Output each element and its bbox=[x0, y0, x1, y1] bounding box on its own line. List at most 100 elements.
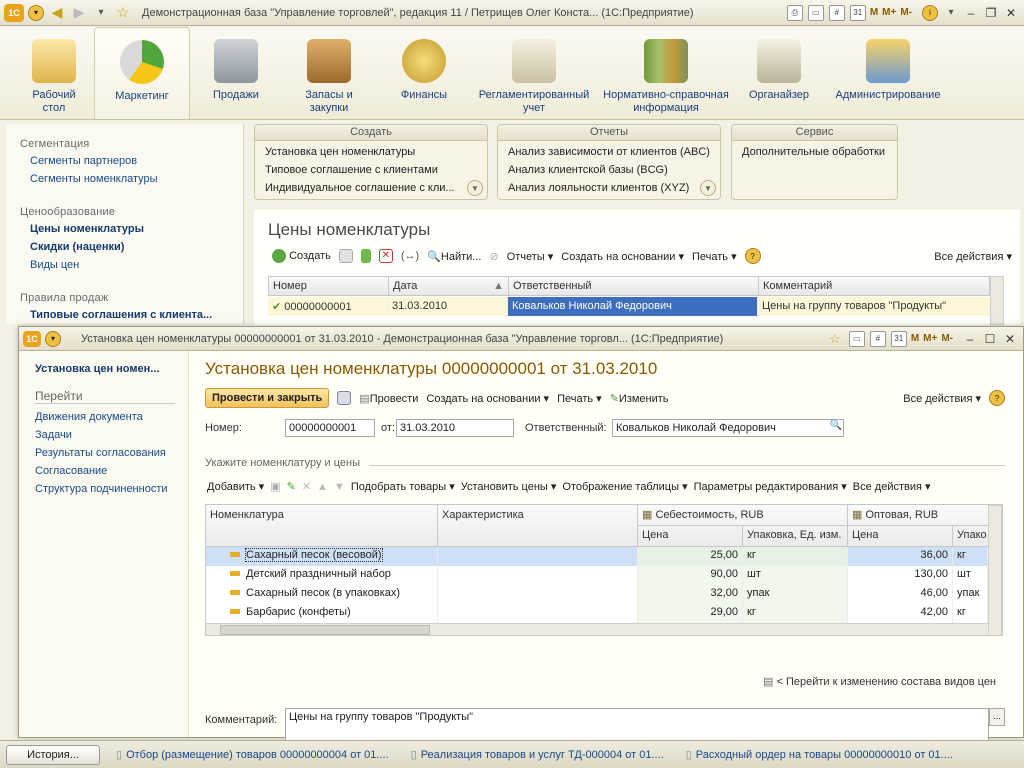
column-number[interactable]: Номер bbox=[269, 277, 389, 295]
memory-m-plus-button[interactable]: M+ bbox=[923, 333, 937, 344]
section-organizer[interactable]: Органайзер bbox=[736, 27, 822, 119]
table-v-scrollbar[interactable] bbox=[988, 505, 1002, 635]
number-field[interactable]: 00000000001 bbox=[285, 419, 375, 437]
memory-m-plus-button[interactable]: M+ bbox=[882, 7, 896, 18]
section-stock[interactable]: Запасы и закупки bbox=[282, 27, 376, 119]
responsible-field[interactable]: Ковальков Николай Федорович bbox=[612, 419, 844, 437]
all-actions-menu[interactable]: Все действия ▾ bbox=[853, 480, 931, 493]
memory-m-minus-button[interactable]: M- bbox=[941, 333, 953, 344]
comment-field[interactable]: Цены на группу товаров "Продукты" bbox=[285, 708, 989, 744]
restore-icon[interactable]: ❐ bbox=[982, 5, 1000, 21]
help-icon[interactable]: ? bbox=[989, 390, 1005, 406]
window-menu-icon[interactable]: ▾ bbox=[45, 330, 61, 347]
section-marketing[interactable]: Маркетинг bbox=[94, 27, 190, 119]
nav-link-item-prices[interactable]: Цены номенклатуры bbox=[30, 222, 243, 236]
print-menu[interactable]: Печать ▾ bbox=[692, 250, 737, 263]
nav-link-partner-segments[interactable]: Сегменты партнеров bbox=[30, 154, 243, 168]
comment-edit-button[interactable]: ... bbox=[989, 708, 1005, 726]
copy-icon[interactable] bbox=[338, 249, 353, 263]
section-desktop[interactable]: Рабочий стол bbox=[14, 27, 94, 119]
column-responsible[interactable]: Ответственный bbox=[509, 277, 759, 295]
main-menu-icon[interactable]: ▾ bbox=[28, 4, 44, 21]
table-row[interactable]: Сахарный песок (в упаковках) 32,00 упак … bbox=[206, 585, 988, 604]
column-cost-unit[interactable]: Упаковка, Ед. изм. bbox=[743, 526, 848, 546]
column-group-cost[interactable]: ▦ Себестоимость, RUB bbox=[638, 505, 848, 526]
nav-link-tasks[interactable]: Задачи bbox=[35, 428, 188, 442]
edit-button[interactable]: ✎Изменить bbox=[610, 392, 669, 405]
panel-link[interactable]: Анализ зависимости от клиентов (ABC) bbox=[508, 145, 720, 159]
back-icon[interactable]: ◀ bbox=[48, 4, 66, 22]
create-button[interactable]: Создать bbox=[272, 249, 331, 263]
set-prices-menu[interactable]: Установить цены ▾ bbox=[461, 480, 557, 493]
history-dropdown-icon[interactable]: ▾ bbox=[92, 4, 110, 22]
calendar-icon[interactable]: 31 bbox=[849, 4, 866, 21]
1c-logo-icon[interactable]: 1С bbox=[23, 330, 41, 347]
section-finance[interactable]: Финансы bbox=[376, 27, 472, 119]
move-down-icon[interactable]: ▼ bbox=[334, 481, 345, 493]
all-actions-menu[interactable]: Все действия ▾ bbox=[903, 392, 981, 405]
print-icon[interactable]: ⎙ bbox=[786, 4, 803, 21]
create-based-menu[interactable]: Создать на основании ▾ bbox=[426, 392, 549, 405]
memory-m-minus-button[interactable]: M- bbox=[900, 7, 912, 18]
choose-search-icon[interactable]: 🔍 bbox=[828, 420, 844, 436]
panel-link[interactable]: Индивидуальное соглашение с кли... bbox=[265, 181, 487, 195]
move-up-icon[interactable]: ▲ bbox=[317, 481, 328, 493]
all-actions-menu[interactable]: Все действия ▾ bbox=[934, 250, 1012, 263]
favorites-star-icon[interactable]: ☆ bbox=[826, 330, 844, 348]
save-icon[interactable]: ▭ bbox=[848, 330, 865, 347]
add-row-menu[interactable]: Добавить ▾ bbox=[207, 480, 264, 493]
list-row[interactable]: ✔ 00000000001 31.03.2010 Ковальков Никол… bbox=[268, 297, 990, 316]
table-row[interactable]: Сахарный песок (весовой) 25,00 кг 36,00 … bbox=[206, 547, 988, 566]
goto-price-types-link[interactable]: ▤ < Перейти к изменению состава видов це… bbox=[763, 675, 996, 688]
calendar-icon[interactable]: 31 bbox=[890, 330, 907, 347]
column-comment[interactable]: Комментарий bbox=[759, 277, 989, 295]
panel-link[interactable]: Дополнительные обработки bbox=[742, 145, 897, 159]
table-display-menu[interactable]: Отображение таблицы ▾ bbox=[562, 480, 687, 493]
reports-menu[interactable]: Отчеты ▾ bbox=[507, 250, 554, 263]
column-characteristic[interactable]: Характеристика bbox=[438, 505, 638, 546]
history-button[interactable]: История... bbox=[6, 744, 100, 765]
edit-params-menu[interactable]: Параметры редактирования ▾ bbox=[694, 480, 847, 493]
h-scroll-thumb[interactable] bbox=[220, 625, 430, 635]
section-sales[interactable]: Продажи bbox=[190, 27, 282, 119]
nav-link-subordination[interactable]: Структура подчиненности bbox=[35, 482, 188, 496]
minimize-icon[interactable]: – bbox=[962, 5, 980, 21]
column-cost-price[interactable]: Цена bbox=[638, 526, 743, 546]
table-row[interactable]: Детский праздничный набор 90,00 шт 130,0… bbox=[206, 566, 988, 585]
open-window-tab[interactable]: ▯ Расходный ордер на товары 00000000010 о… bbox=[686, 748, 953, 762]
copy-row-icon[interactable]: ▣ bbox=[270, 480, 280, 493]
edit-pencil-icon[interactable] bbox=[360, 249, 371, 263]
section-regulated[interactable]: Регламентированный учет bbox=[472, 27, 596, 119]
close-icon[interactable]: ✕ bbox=[1002, 5, 1020, 21]
nav-link-price-types[interactable]: Виды цен bbox=[30, 258, 243, 272]
delete-row-icon[interactable]: ✕ bbox=[302, 480, 311, 493]
minimize-icon[interactable]: – bbox=[961, 331, 979, 347]
panel-link[interactable]: Установка цен номенклатуры bbox=[265, 145, 487, 159]
memory-m-button[interactable]: M bbox=[911, 333, 919, 344]
panel-link[interactable]: Типовое соглашение с клиентами bbox=[265, 163, 487, 177]
cancel-search-icon[interactable]: ⊘ bbox=[489, 250, 498, 263]
memory-m-button[interactable]: M bbox=[870, 7, 878, 18]
nav-link-item-segments[interactable]: Сегменты номенклатуры bbox=[30, 172, 243, 186]
find-button[interactable]: 🔍Найти... bbox=[427, 250, 481, 263]
panel-link[interactable]: Анализ клиентской базы (BCG) bbox=[508, 163, 720, 177]
edit-row-icon[interactable]: ✎ bbox=[287, 480, 296, 493]
date-field[interactable]: 31.03.2010 bbox=[396, 419, 514, 437]
save-disk-icon[interactable] bbox=[337, 391, 352, 405]
nav-link-standard-agreements[interactable]: Типовые соглашения с клиента... bbox=[30, 308, 243, 322]
table-h-scrollbar[interactable] bbox=[206, 623, 988, 635]
list-scrollbar[interactable] bbox=[990, 276, 1004, 325]
save-icon[interactable]: ▭ bbox=[807, 4, 824, 21]
nav-link-approval-results[interactable]: Результаты согласования bbox=[35, 446, 188, 460]
calculator-icon[interactable]: # bbox=[869, 330, 886, 347]
post-button[interactable]: ▤Провести bbox=[359, 392, 418, 405]
column-wholesale-price[interactable]: Цена bbox=[848, 526, 953, 546]
table-row[interactable]: Барбарис (конфеты) 29,00 кг 42,00 кг bbox=[206, 604, 988, 623]
column-item[interactable]: Номенклатура bbox=[206, 505, 438, 546]
favorites-star-icon[interactable]: ☆ bbox=[114, 4, 132, 22]
delete-mark-icon[interactable]: ✕ bbox=[378, 249, 393, 263]
nav-link-approval[interactable]: Согласование bbox=[35, 464, 188, 478]
help-icon[interactable]: ? bbox=[744, 248, 761, 264]
panel-link[interactable]: Анализ лояльности клиентов (XYZ) bbox=[508, 181, 720, 195]
document-nav-title[interactable]: Установка цен номен... bbox=[35, 363, 188, 375]
